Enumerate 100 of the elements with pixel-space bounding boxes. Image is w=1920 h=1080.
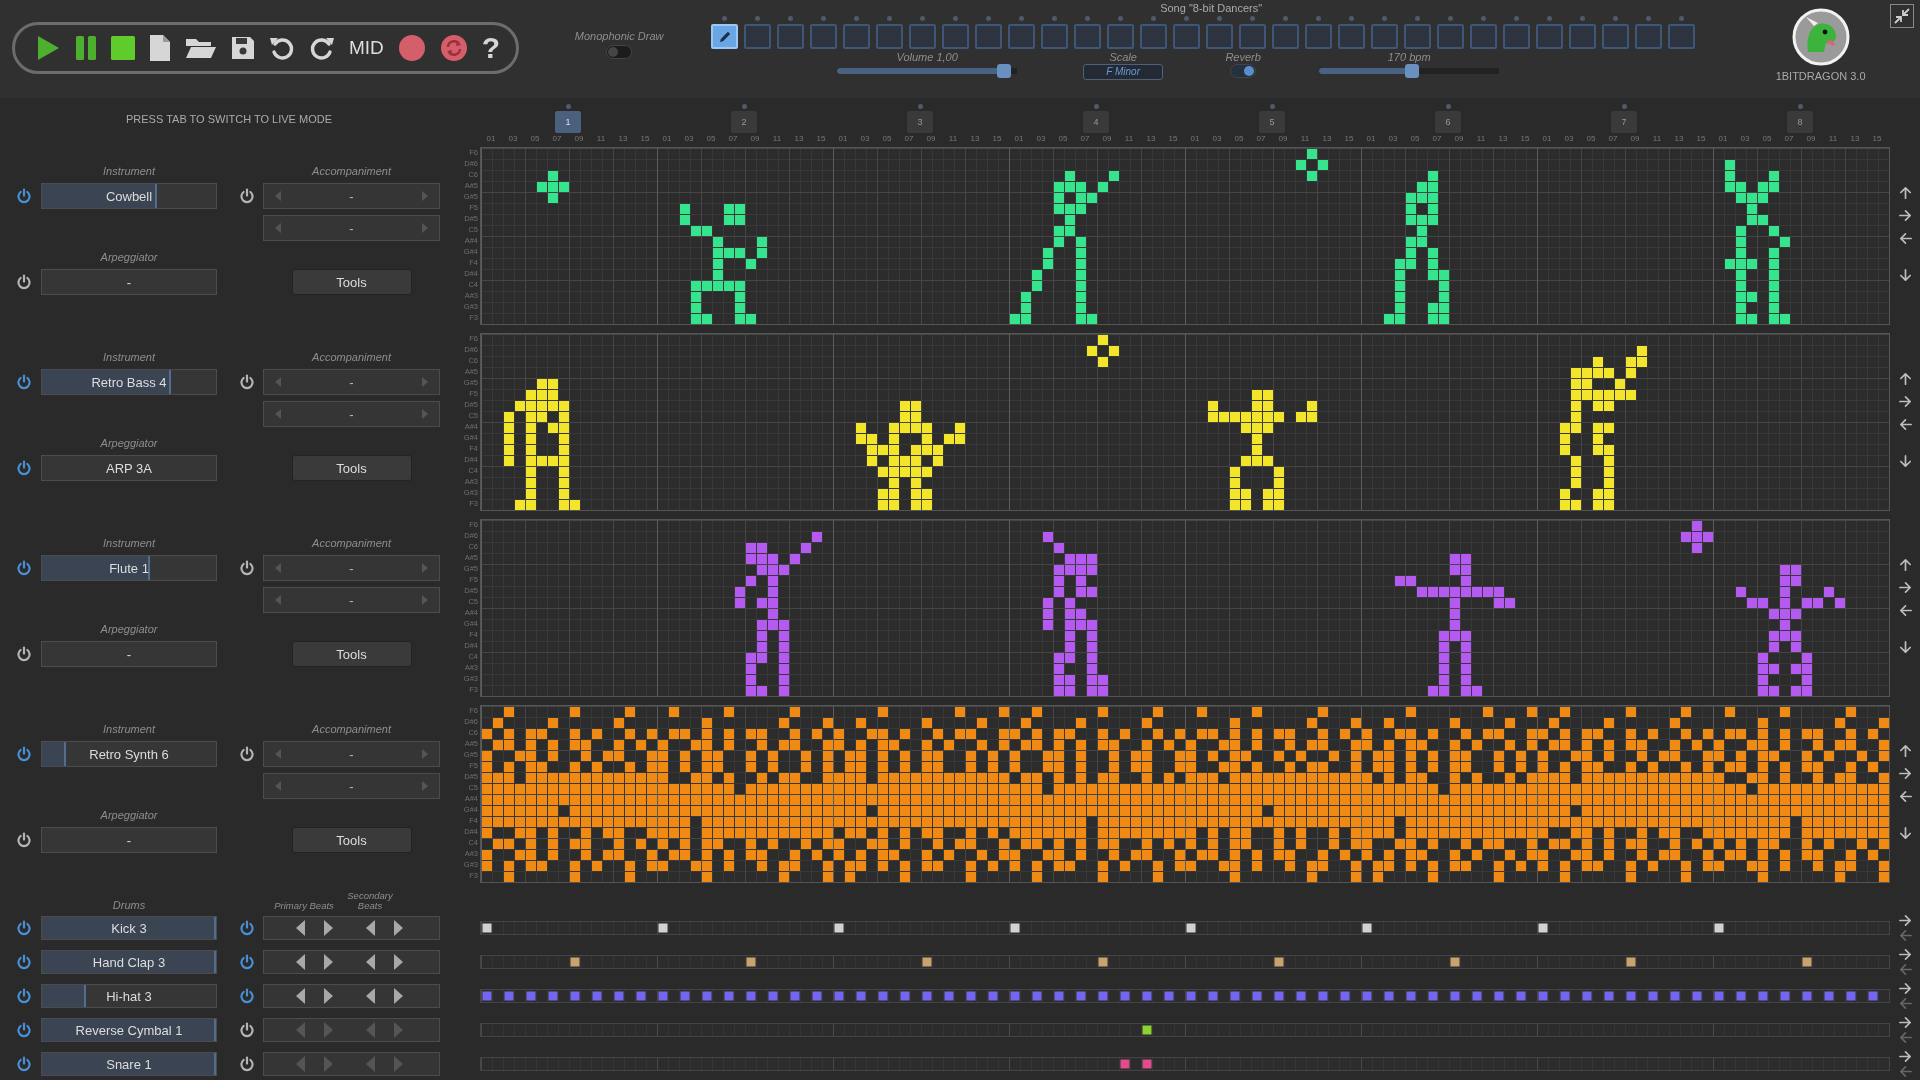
arrow-right-icon[interactable] [1897, 1049, 1913, 1064]
arrow-down-icon[interactable] [1897, 640, 1913, 655]
power-icon[interactable] [16, 1056, 32, 1072]
arrow-left-icon[interactable] [1897, 603, 1913, 618]
arrow-right-icon[interactable] [1897, 766, 1913, 781]
power-icon[interactable] [239, 1022, 255, 1038]
folder-open-icon[interactable] [185, 36, 217, 60]
drum-selector[interactable]: Snare 1 [41, 1052, 217, 1076]
bar-tab[interactable]: 4 [1083, 110, 1109, 133]
instrument-selector[interactable]: Retro Synth 6 [41, 741, 217, 767]
loop-icon[interactable] [439, 34, 468, 62]
drum-selector[interactable]: Hand Clap 3 [41, 950, 217, 974]
power-icon[interactable] [16, 646, 32, 662]
arrow-right-icon[interactable] [1897, 981, 1913, 996]
power-icon[interactable] [16, 374, 32, 390]
drum-step-row[interactable] [480, 921, 1890, 935]
drum-selector[interactable]: Hi-hat 3 [41, 984, 217, 1008]
power-icon[interactable] [16, 274, 32, 290]
power-icon[interactable] [16, 188, 32, 204]
power-icon[interactable] [239, 954, 255, 970]
power-icon[interactable] [16, 746, 32, 762]
monophonic-toggle[interactable] [606, 45, 633, 59]
reverb-toggle[interactable] [1230, 64, 1257, 78]
arpeggiator-selector[interactable]: - [41, 827, 217, 853]
triangle-left-icon[interactable] [364, 953, 377, 971]
bar-tab[interactable]: 7 [1611, 110, 1637, 133]
tools-button[interactable]: Tools [291, 827, 412, 853]
instrument-selector[interactable]: Flute 1 [41, 555, 217, 581]
arrow-left-icon[interactable] [1897, 231, 1913, 246]
tools-button[interactable]: Tools [291, 269, 412, 295]
bar-tab[interactable]: 1 [555, 110, 581, 133]
triangle-left-icon[interactable] [364, 987, 377, 1005]
triangle-right-icon[interactable] [392, 987, 405, 1005]
instrument-selector[interactable]: Cowbell [41, 183, 217, 209]
drum-selector[interactable]: Reverse Cymbal 1 [41, 1018, 217, 1042]
power-icon[interactable] [16, 1022, 32, 1038]
drum-selector[interactable]: Kick 3 [41, 916, 217, 940]
power-icon[interactable] [239, 988, 255, 1004]
arrow-left-icon[interactable] [1897, 417, 1913, 432]
power-icon[interactable] [16, 920, 32, 936]
power-icon[interactable] [16, 460, 32, 476]
undo-icon[interactable] [269, 35, 295, 61]
triangle-right-icon[interactable] [392, 919, 405, 937]
exit-fullscreen-button[interactable] [1890, 4, 1914, 28]
arrow-down-icon[interactable] [1897, 454, 1913, 469]
power-icon[interactable] [239, 188, 255, 204]
power-icon[interactable] [16, 988, 32, 1004]
power-icon[interactable] [239, 920, 255, 936]
arrow-right-icon[interactable] [1897, 1015, 1913, 1030]
arrow-right-icon[interactable] [1897, 913, 1913, 928]
arrow-right-icon[interactable] [1897, 580, 1913, 595]
slider-thumb[interactable] [1404, 64, 1419, 78]
arpeggiator-selector[interactable]: ARP 3A [41, 455, 217, 481]
save-icon[interactable] [231, 36, 255, 60]
new-file-icon[interactable] [149, 34, 171, 62]
midi-button[interactable]: MID [349, 37, 384, 59]
power-icon[interactable] [239, 560, 255, 576]
triangle-right-icon[interactable] [322, 987, 335, 1005]
triangle-left-icon[interactable] [294, 953, 307, 971]
arpeggiator-selector[interactable]: - [41, 269, 217, 295]
slider-thumb[interactable] [996, 64, 1011, 78]
piano-roll[interactable] [480, 333, 1890, 511]
pattern-slot[interactable] [711, 24, 739, 49]
arrow-up-icon[interactable] [1897, 557, 1913, 572]
tools-button[interactable]: Tools [291, 455, 412, 481]
play-icon[interactable] [35, 34, 61, 62]
triangle-left-icon[interactable] [294, 919, 307, 937]
arrow-down-icon[interactable] [1897, 826, 1913, 841]
instrument-selector[interactable]: Retro Bass 4 [41, 369, 217, 395]
triangle-left-icon[interactable] [364, 919, 377, 937]
record-icon[interactable] [397, 34, 426, 62]
triangle-right-icon[interactable] [322, 953, 335, 971]
power-icon[interactable] [16, 832, 32, 848]
arrow-up-icon[interactable] [1897, 743, 1913, 758]
power-icon[interactable] [16, 954, 32, 970]
power-icon[interactable] [239, 746, 255, 762]
tools-button[interactable]: Tools [291, 641, 412, 667]
triangle-left-icon[interactable] [294, 987, 307, 1005]
triangle-right-icon[interactable] [322, 919, 335, 937]
pause-icon[interactable] [75, 35, 97, 61]
bar-tab[interactable]: 8 [1787, 110, 1813, 133]
triangle-right-icon[interactable] [392, 953, 405, 971]
arrow-up-icon[interactable] [1897, 185, 1913, 200]
arrow-right-icon[interactable] [1897, 394, 1913, 409]
power-icon[interactable] [239, 374, 255, 390]
arrow-right-icon[interactable] [1897, 208, 1913, 223]
bar-tab[interactable]: 2 [731, 110, 757, 133]
bar-tab[interactable]: 6 [1435, 110, 1461, 133]
drum-step-row[interactable] [480, 955, 1890, 969]
bar-tab[interactable]: 5 [1259, 110, 1285, 133]
power-icon[interactable] [16, 560, 32, 576]
arrow-up-icon[interactable] [1897, 371, 1913, 386]
scale-field[interactable]: F Minor [1083, 64, 1164, 80]
arrow-right-icon[interactable] [1897, 947, 1913, 962]
arrow-left-icon[interactable] [1897, 789, 1913, 804]
bar-tab[interactable]: 3 [907, 110, 933, 133]
help-button[interactable]: ? [481, 33, 501, 63]
power-icon[interactable] [239, 1056, 255, 1072]
arpeggiator-selector[interactable]: - [41, 641, 217, 667]
arrow-down-icon[interactable] [1897, 268, 1913, 283]
